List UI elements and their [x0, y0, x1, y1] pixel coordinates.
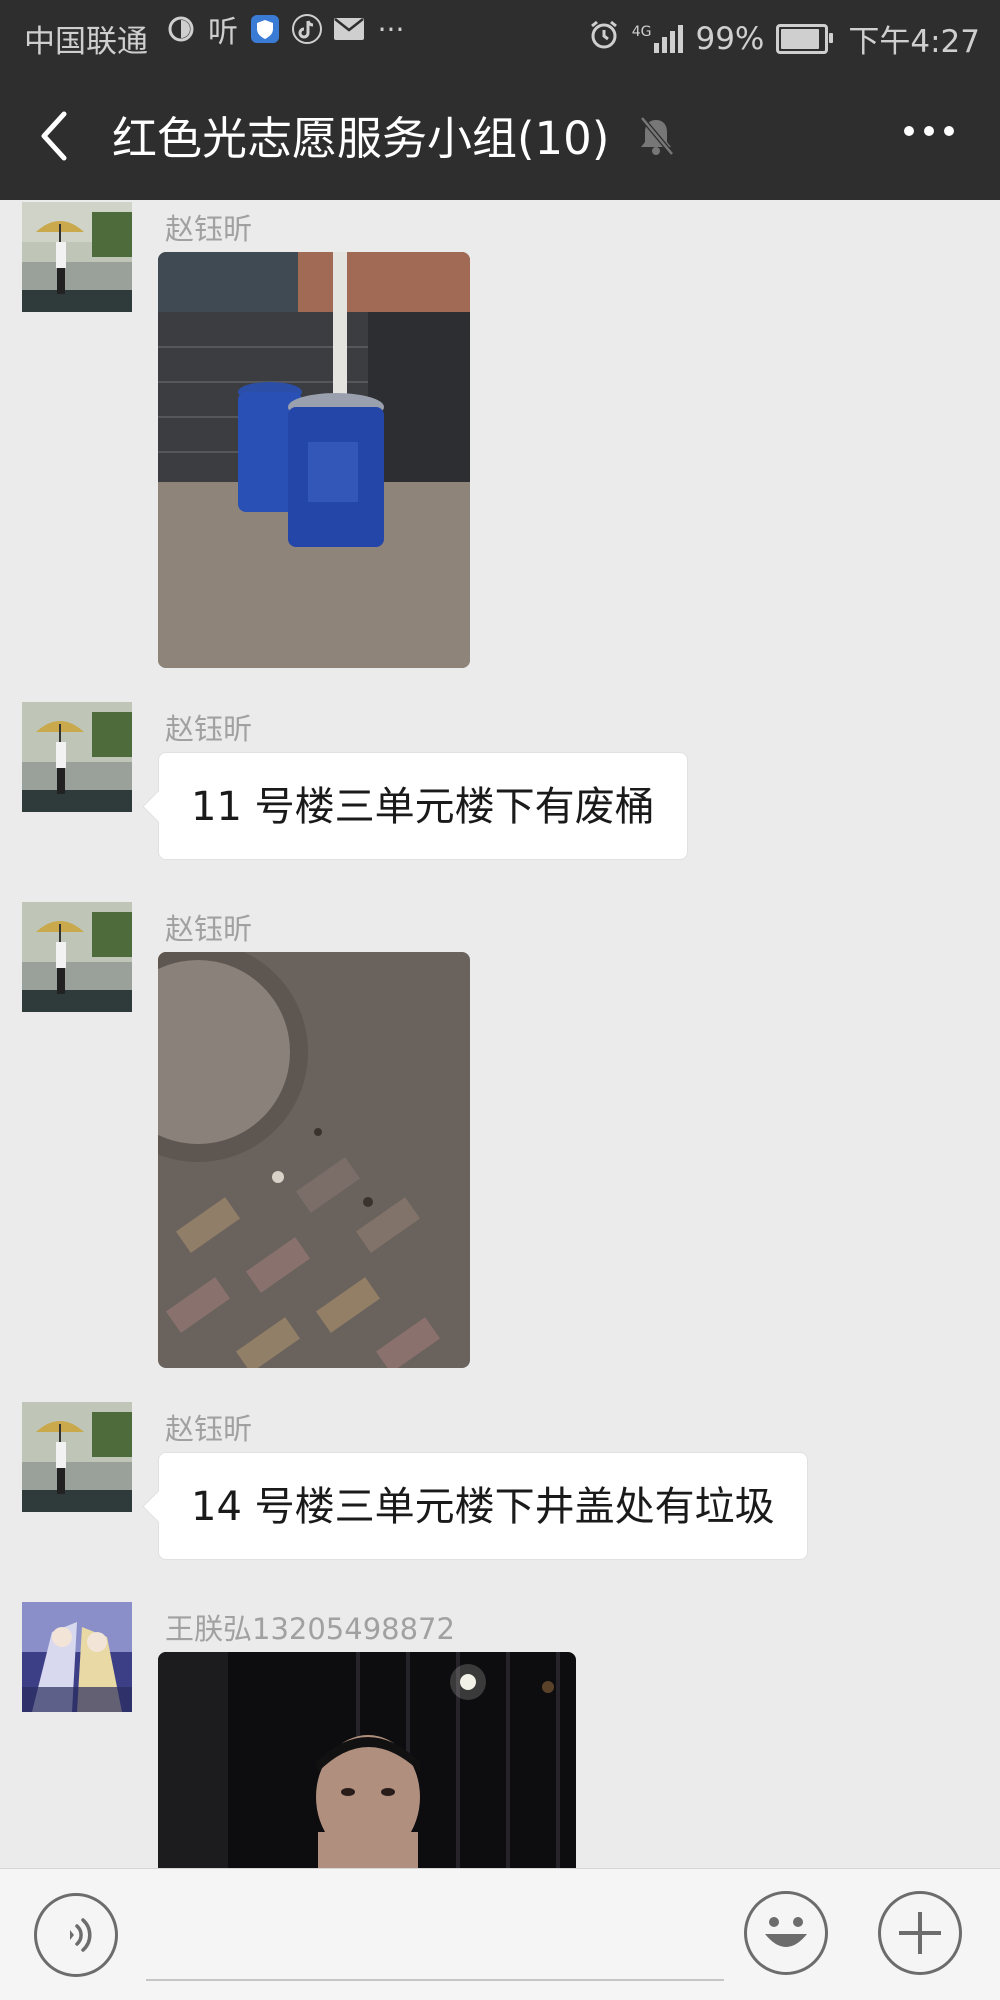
alarm-icon: [588, 19, 620, 59]
more-dot: [904, 126, 914, 136]
battery-percent: 99%: [695, 20, 765, 57]
clock: 下午4:27: [848, 24, 980, 60]
avatar-umbrella-image: [22, 702, 132, 812]
listen-app-icon: 听: [208, 15, 238, 50]
notification-icons: 听 ···: [164, 12, 408, 50]
voice-icon: [70, 1918, 92, 1952]
plus-icon: [899, 1912, 941, 1954]
network-type-label: 4G: [631, 23, 652, 40]
avatar[interactable]: [22, 1402, 132, 1512]
battery-level-fill: [781, 28, 820, 49]
sender-name: 王朕弘13205498872: [165, 1612, 455, 1646]
text-message-bubble[interactable]: 11 号楼三单元楼下有废桶: [158, 752, 688, 860]
sender-name: 赵钰昕: [165, 712, 253, 746]
sender-name: 赵钰昕: [165, 912, 253, 946]
message-list[interactable]: 赵钰昕 赵钰昕 11 号楼三单元楼下有废桶 赵钰昕 赵钰昕 14 号楼三单元楼下…: [0, 200, 1000, 1868]
signal-icon: 4G: [631, 23, 684, 53]
image-message[interactable]: [158, 1652, 576, 1868]
avatar-umbrella-image: [22, 902, 132, 1012]
sender-name: 赵钰昕: [165, 1412, 253, 1446]
avatar-anime-image: [22, 1602, 132, 1712]
avatar[interactable]: [22, 1602, 132, 1712]
tiktok-icon: [290, 12, 324, 46]
more-notifications-icon: ···: [377, 12, 405, 46]
input-bar: [0, 1868, 1000, 2000]
carrier-label: 中国联通: [24, 24, 148, 60]
avatar-umbrella-image: [22, 1402, 132, 1512]
smiley-icon: [765, 1917, 807, 1947]
chat-title: 红色光志愿服务小组(10): [112, 112, 610, 165]
avatar[interactable]: [22, 702, 132, 812]
mail-icon: [332, 12, 366, 46]
more-dot: [944, 126, 954, 136]
more-functions-button[interactable]: [878, 1891, 962, 1975]
avatar[interactable]: [22, 902, 132, 1012]
manhole-cover-photo: [158, 952, 470, 1368]
image-message[interactable]: [158, 952, 470, 1368]
voice-input-button[interactable]: [34, 1893, 118, 1977]
battery-icon: [776, 23, 834, 54]
night-selfie-photo: [158, 1652, 576, 1868]
back-button[interactable]: [34, 108, 74, 164]
status-bar: 中国联通 听 ··· 4G 99% 下午4:27: [0, 0, 1000, 70]
avatar[interactable]: [22, 202, 132, 312]
status-right: 4G 99% 下午4:27: [588, 16, 980, 61]
blue-barrels-photo: [158, 252, 470, 668]
text-message-bubble[interactable]: 14 号楼三单元楼下井盖处有垃圾: [158, 1452, 808, 1560]
sender-name: 赵钰昕: [165, 212, 253, 246]
chat-info-button[interactable]: [904, 126, 954, 136]
muted-bell-icon: [636, 114, 676, 158]
emoji-button[interactable]: [744, 1891, 828, 1975]
data-saver-icon: [164, 12, 198, 46]
wechat-group-chat-screen: 中国联通 听 ··· 4G 99% 下午4:27 红色光志愿服务小组(10) 赵…: [0, 0, 1000, 2000]
image-message[interactable]: [158, 252, 470, 668]
more-dot: [924, 126, 934, 136]
top-bar: 中国联通 听 ··· 4G 99% 下午4:27 红色光志愿服务小组(10): [0, 0, 1000, 200]
shield-app-icon: [248, 12, 282, 46]
title-bar: 红色光志愿服务小组(10): [0, 70, 1000, 200]
avatar-umbrella-image: [22, 202, 132, 312]
message-input[interactable]: [146, 1903, 724, 1981]
chevron-left-icon: [41, 111, 67, 161]
